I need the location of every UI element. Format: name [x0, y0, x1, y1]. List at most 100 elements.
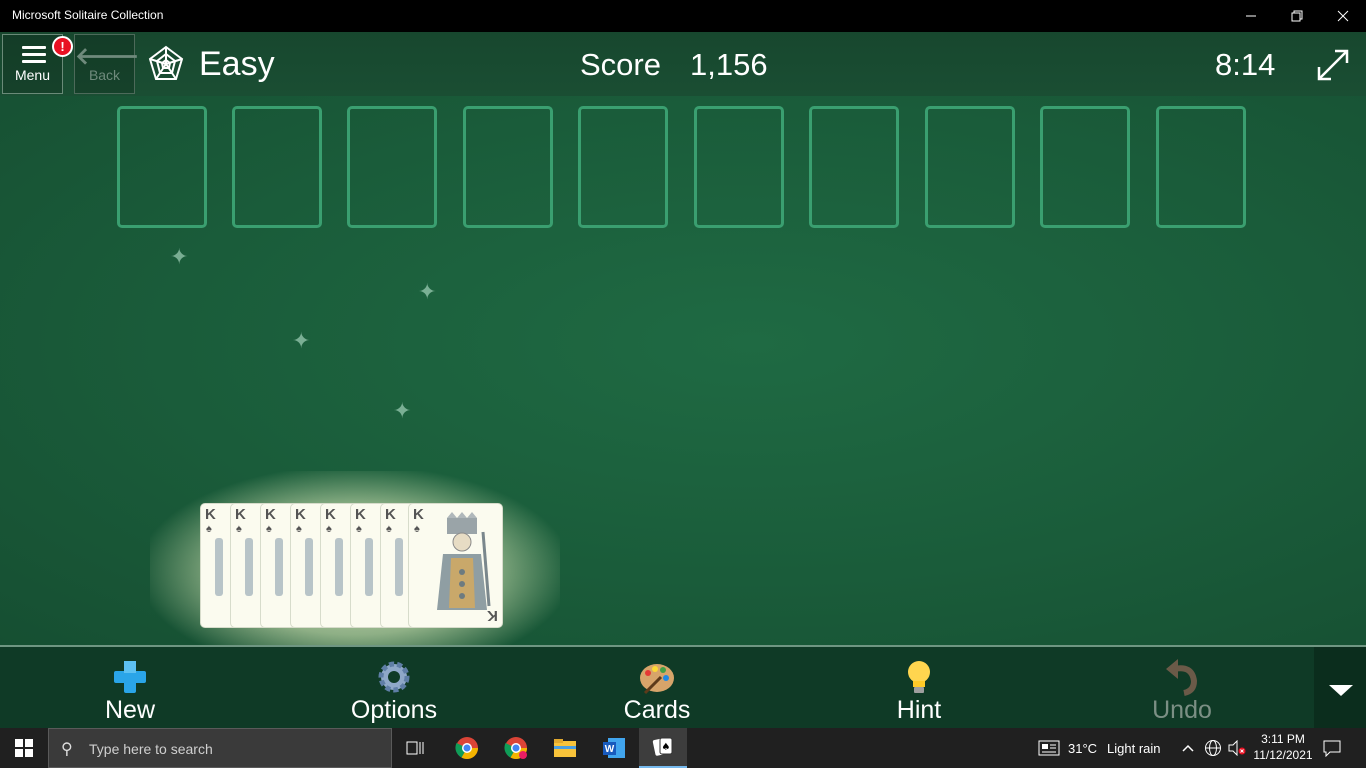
title-bar: Microsoft Solitaire Collection: [0, 0, 1366, 32]
card-edge: [365, 538, 373, 596]
foundation-slot[interactable]: [694, 106, 784, 228]
spade-icon: ♠: [296, 523, 302, 535]
hamburger-icon: [22, 46, 46, 67]
task-view-button[interactable]: [392, 728, 440, 768]
svg-text:W: W: [605, 744, 615, 755]
card-rank: K: [205, 506, 216, 523]
spade-icon: ♠: [236, 523, 242, 535]
undo-arrow-icon: [1166, 659, 1198, 696]
card-rank: K: [355, 506, 366, 523]
restore-icon: [1291, 10, 1303, 22]
cards-button[interactable]: Cards: [577, 647, 737, 728]
new-game-button[interactable]: New: [50, 647, 210, 728]
speaker-muted-icon: [1228, 740, 1246, 756]
chrome-icon: [504, 737, 527, 759]
fullscreen-expand-icon[interactable]: [1314, 46, 1352, 84]
weather-widget[interactable]: 31°C Light rain: [1038, 728, 1161, 768]
foundation-slot[interactable]: [578, 106, 668, 228]
score-label: Score: [580, 47, 661, 82]
gear-icon: [378, 661, 410, 693]
expand-toolbar-button[interactable]: [1314, 647, 1366, 728]
sparkle-effect: ✦: [292, 328, 311, 353]
foundation-slot[interactable]: [925, 106, 1015, 228]
close-button[interactable]: [1320, 0, 1366, 32]
sparkle-effect: ✦: [418, 279, 437, 304]
hint-button[interactable]: Hint: [839, 647, 999, 728]
foundation-slot[interactable]: [809, 106, 899, 228]
card-rank: K: [413, 506, 424, 523]
undo-label: Undo: [1152, 696, 1212, 724]
weather-temperature: 31°C: [1068, 740, 1098, 756]
search-icon: ⚲: [61, 741, 73, 758]
sparkle-effect: ✦: [170, 244, 189, 269]
clock-date: 11/12/2021: [1253, 748, 1313, 762]
solitaire-cards-icon: ♠: [652, 737, 673, 756]
new-label: New: [104, 696, 155, 724]
foundation-slot[interactable]: [1040, 106, 1130, 228]
options-label: Options: [350, 696, 438, 724]
svg-text:♠: ♠: [662, 742, 671, 753]
foundation-slot[interactable]: [232, 106, 322, 228]
foundation-slot[interactable]: [117, 106, 207, 228]
king-of-spades-card[interactable]: K ♠ K: [408, 503, 503, 628]
game-board: ✦ ✦ ✦ ✦ ✦ K ♠ K ♠ K ♠ K ♠ K ♠ K ♠ K ♠ K …: [0, 96, 1366, 671]
globe-network-icon: [1205, 740, 1221, 756]
card-edge: [215, 538, 223, 596]
foundation-slot[interactable]: [1156, 106, 1246, 228]
taskbar-search[interactable]: ⚲ Type here to search: [48, 728, 392, 768]
cards-label: Cards: [623, 696, 691, 724]
chrome-icon: [455, 737, 478, 759]
card-rank: K: [325, 506, 336, 523]
plus-icon: [114, 661, 146, 693]
lightbulb-icon: [908, 661, 930, 693]
file-explorer-taskbar-button[interactable]: [541, 728, 589, 768]
card-rank: K: [385, 506, 396, 523]
game-timer: 8:14: [1215, 47, 1276, 82]
difficulty-label: Easy: [199, 45, 275, 83]
spade-icon: ♠: [414, 523, 420, 535]
solitaire-taskbar-button[interactable]: ♠: [639, 728, 687, 768]
card-edge: [335, 538, 343, 596]
foundation-slot[interactable]: [347, 106, 437, 228]
taskbar-clock[interactable]: 3:11 PM 11/12/2021: [1250, 731, 1316, 763]
windows-logo-icon: [15, 739, 33, 757]
close-icon: [1337, 10, 1349, 22]
card-rank: K: [265, 506, 276, 523]
undo-button[interactable]: Undo: [1102, 647, 1262, 728]
spider-web-icon: [148, 45, 184, 80]
foundation-slot[interactable]: [463, 106, 553, 228]
chrome-profile-taskbar-button[interactable]: [492, 728, 540, 768]
folder-icon: [554, 739, 576, 757]
chrome-taskbar-button[interactable]: [443, 728, 491, 768]
chevron-up-icon: [1182, 744, 1194, 752]
taskbar: ⚲ Type here to search W ♠ 31°C Light rai…: [0, 728, 1366, 768]
score-value: 1,156: [690, 47, 768, 82]
card-edge: [245, 538, 253, 596]
options-button[interactable]: Options: [314, 647, 474, 728]
minimize-button[interactable]: [1228, 0, 1274, 32]
card-edge: [305, 538, 313, 596]
start-button[interactable]: [0, 728, 48, 768]
news-weather-icon: [1038, 740, 1060, 756]
spade-icon: ♠: [326, 523, 332, 535]
weather-description: Light rain: [1107, 740, 1161, 756]
search-placeholder: Type here to search: [89, 741, 213, 757]
notifications-button[interactable]: [1322, 728, 1342, 768]
card-rank: K: [235, 506, 246, 523]
network-button[interactable]: [1204, 728, 1222, 768]
minimize-icon: [1246, 15, 1256, 17]
card-rank-bottom: K: [487, 607, 498, 624]
paint-palette-icon: [640, 664, 674, 695]
show-hidden-icons-button[interactable]: [1181, 728, 1195, 768]
back-button[interactable]: 🡐 Back: [74, 34, 139, 94]
volume-button[interactable]: [1228, 728, 1246, 768]
spade-icon: ♠: [206, 523, 212, 535]
clock-time: 3:11 PM: [1261, 732, 1305, 746]
spade-icon: ♠: [386, 523, 392, 535]
game-header: Menu ! 🡐 Back Easy Score 1,156 8:14: [0, 32, 1366, 96]
window-title: Microsoft Solitaire Collection: [12, 8, 164, 22]
task-view-icon: [406, 741, 424, 755]
hint-label: Hint: [896, 696, 942, 724]
word-taskbar-button[interactable]: W: [590, 728, 638, 768]
restore-button[interactable]: [1274, 0, 1320, 32]
